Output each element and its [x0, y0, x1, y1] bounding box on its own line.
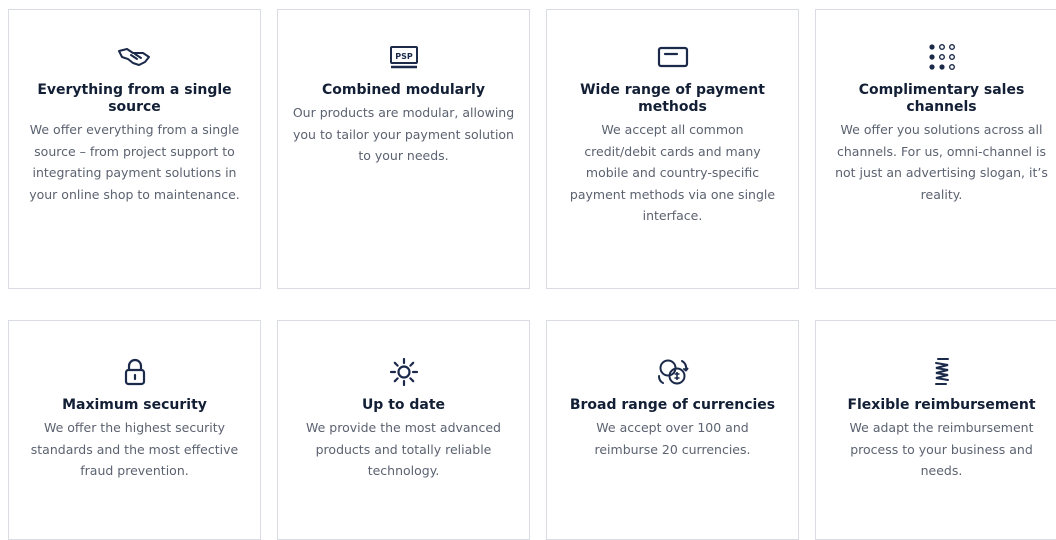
feature-card-single-source: Everything from a single source We offer… [8, 9, 261, 289]
feature-title: Everything from a single source [37, 82, 232, 115]
feature-card-up-to-date: Up to date We provide the most advanced … [277, 320, 530, 540]
feature-description: We offer everything from a single source… [29, 122, 240, 202]
feature-title: Wide range of payment methods [580, 82, 765, 115]
feature-card-currencies: Broad range of currencies We accept over… [546, 320, 799, 540]
feature-description: We adapt the reimbursement process to yo… [849, 420, 1034, 478]
feature-description: We offer the highest security standards … [30, 420, 239, 478]
feature-title: Broad range of currencies [569, 397, 776, 413]
feature-card-sales-channels: Complimentary sales channels We offer yo… [815, 9, 1056, 289]
feature-description: We accept all common credit/debit cards … [569, 122, 776, 223]
handshake-icon [117, 42, 153, 72]
feature-title: Flexible reimbursement [847, 397, 1036, 413]
feature-card-security: Maximum security We offer the highest se… [8, 320, 261, 540]
currency-exchange-icon [657, 357, 689, 387]
feature-card-combined-modularly: PSP Combined modularly Our products are … [277, 9, 530, 289]
coil-spring-icon [932, 357, 952, 387]
padlock-icon [123, 357, 147, 387]
feature-description: We provide the most advanced products an… [306, 420, 501, 478]
feature-title: Maximum security [62, 397, 207, 413]
psp-icon-label: PSP [395, 52, 413, 61]
feature-card-payment-methods: Wide range of payment methods We accept … [546, 9, 799, 289]
feature-title: Up to date [361, 397, 446, 413]
feature-title: Complimentary sales channels [858, 82, 1025, 115]
psp-terminal-icon: PSP [389, 42, 419, 72]
dot-grid-icon [927, 42, 957, 72]
feature-title: Combined modularly [322, 82, 485, 98]
credit-card-icon [657, 42, 689, 72]
feature-card-reimbursement: Flexible reimbursement We adapt the reim… [815, 320, 1056, 540]
feature-description: We offer you solutions across all channe… [835, 122, 1048, 202]
feature-description: We accept over 100 and reimburse 20 curr… [594, 420, 751, 457]
sun-icon [389, 357, 419, 387]
feature-description: Our products are modular, allowing you t… [292, 105, 515, 163]
